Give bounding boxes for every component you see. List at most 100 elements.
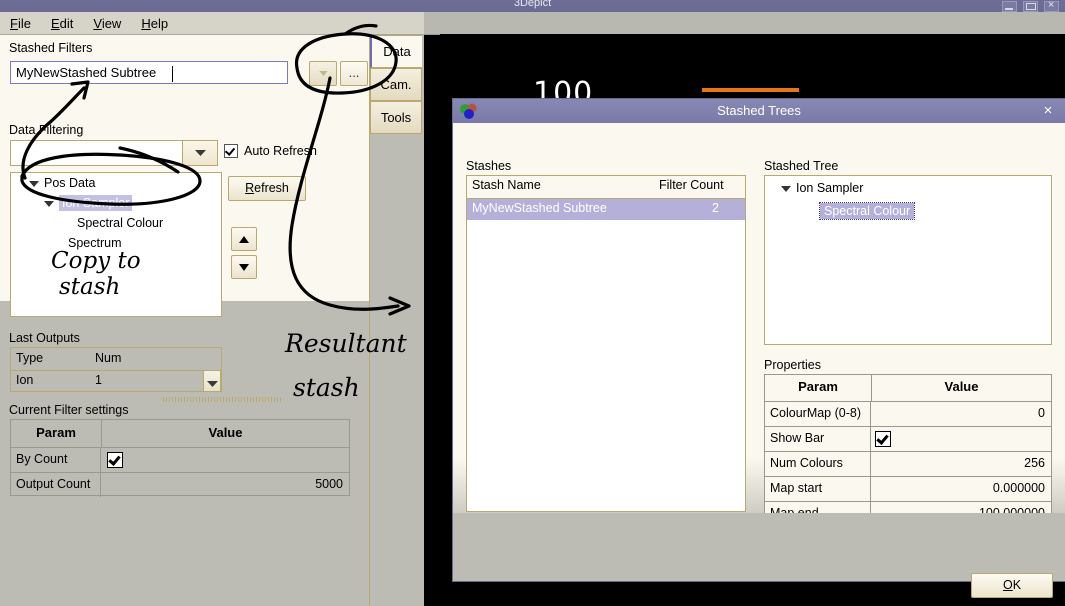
cell-value[interactable]: 256 (871, 452, 1051, 476)
tree-item-label: Ion Sampler (59, 195, 133, 211)
column-header-stash-name: Stash Name (472, 178, 541, 192)
by-count-checkbox[interactable] (107, 452, 123, 468)
column-header-value: Value (944, 379, 979, 394)
table-header: Param Value (765, 375, 1051, 402)
tab-tools[interactable]: Tools (370, 101, 422, 134)
cell-value[interactable] (871, 427, 1051, 451)
tree-item-spectral-colour[interactable]: Spectral Colour (765, 199, 1051, 222)
data-tab-panel: Stashed Filters MyNewStashed Subtree ...… (0, 35, 370, 606)
tree-item-label: Pos Data (44, 176, 96, 190)
column-header-param: Param (765, 375, 872, 401)
tab-data[interactable]: Data (370, 35, 422, 68)
cell-value[interactable]: 0 (871, 402, 1051, 426)
auto-refresh-checkbox[interactable] (224, 144, 238, 158)
last-outputs-label: Last Outputs (9, 331, 80, 345)
maximize-icon[interactable] (1023, 0, 1038, 12)
chevron-down-icon (195, 150, 206, 156)
column-header-filter-count: Filter Count (659, 178, 724, 192)
table-row[interactable]: Ion 1 (11, 370, 221, 392)
table-row[interactable]: Show Bar (765, 427, 1051, 452)
current-filter-settings-label: Current Filter settings (9, 403, 129, 417)
table-row[interactable]: By Count (11, 448, 349, 473)
close-icon[interactable]: × (1041, 103, 1055, 119)
auto-refresh-label: Auto Refresh (244, 144, 317, 158)
menu-file[interactable]: FFileile (10, 16, 31, 31)
auto-refresh-checkbox-row[interactable]: Auto Refresh (224, 144, 317, 158)
stashed-tree-view[interactable]: Ion Sampler Spectral Colour (764, 175, 1052, 345)
menu-view[interactable]: View (93, 16, 121, 31)
tree-item-label: Ion Sampler (796, 181, 864, 195)
annotation-line-2: stash (293, 373, 360, 402)
window-controls (1002, 0, 1059, 12)
annotation-line-1: Resultant (285, 329, 407, 358)
properties-table[interactable]: Param Value ColourMap (0-8) 0 Show Bar N… (764, 374, 1052, 526)
column-header-param: Param (11, 420, 102, 447)
tree-item-label: Spectral Colour (818, 202, 916, 220)
dialog-footer (453, 513, 1065, 581)
data-filtering-label: Data Filtering (9, 123, 84, 137)
table-row[interactable]: Output Count 5000 (11, 473, 349, 497)
table-row[interactable]: Map start 0.000000 (765, 477, 1051, 502)
dialog-titlebar[interactable]: Stashed Trees × (453, 99, 1065, 124)
stashed-tree-label: Stashed Tree (764, 159, 839, 173)
expander-triangle-icon[interactable] (44, 200, 54, 207)
stashed-filters-dropdown-button[interactable] (309, 61, 337, 86)
cell-param: Map start (765, 477, 871, 501)
minimize-icon[interactable] (1002, 0, 1017, 12)
table-row[interactable]: ColourMap (0-8) 0 (765, 402, 1051, 427)
cell-param: Output Count (11, 473, 101, 497)
main-window-titlebar[interactable]: 3Depict (0, 0, 1065, 12)
data-filtering-dropdown-button[interactable] (182, 141, 217, 165)
text-cursor (172, 66, 173, 82)
stashed-filters-input[interactable]: MyNewStashed Subtree (10, 61, 288, 84)
table-header: Param Value (11, 420, 349, 448)
menu-edit[interactable]: Edit (51, 16, 73, 31)
arrow-up-icon (239, 236, 249, 243)
list-item[interactable]: MyNewStashed Subtree 2 (467, 199, 745, 220)
left-control-panel: FFileile Edit View Help Stashed Filters … (0, 12, 424, 606)
table-row[interactable]: Num Colours 256 (765, 452, 1051, 477)
tree-item-ion-sampler[interactable]: Ion Sampler (11, 193, 221, 213)
dialog-content-area: Stashes Stash Name Filter Count MyNewSta… (453, 123, 1065, 546)
stashes-list[interactable]: Stash Name Filter Count MyNewStashed Sub… (466, 175, 746, 512)
cell-type: Ion (16, 373, 34, 387)
cell-value[interactable] (101, 448, 349, 472)
dialog-title: Stashed Trees (717, 103, 801, 118)
menu-bar: FFileile Edit View Help (0, 12, 424, 35)
column-header-type: Type (16, 351, 44, 365)
cell-param: By Count (11, 448, 101, 472)
move-filter-down-button[interactable] (231, 255, 257, 279)
annotation-copy-to-stash: Copy to stash (51, 248, 141, 300)
cell-param: Num Colours (765, 452, 871, 476)
tab-cam[interactable]: Cam. (370, 68, 422, 101)
stashed-filters-label: Stashed Filters (9, 41, 93, 55)
cell-value[interactable]: 5000 (101, 473, 349, 497)
stashes-list-header: Stash Name Filter Count (467, 176, 745, 199)
main-window: 3Depict 100 FFileile Edit View Help Stas… (0, 0, 1065, 606)
expander-triangle-icon[interactable] (29, 180, 39, 187)
filter-tree[interactable]: Pos Data Ion Sampler Spectral Colour Spe… (10, 172, 222, 317)
refresh-button[interactable]: Refresh (228, 176, 306, 201)
ok-button[interactable]: OK (971, 573, 1053, 598)
last-outputs-table[interactable]: Type Num Ion 1 (10, 347, 222, 392)
tree-item-spectral-colour[interactable]: Spectral Colour (11, 213, 221, 233)
cell-filter-count: 2 (712, 201, 719, 215)
column-header-num: Num (95, 351, 122, 365)
menu-help[interactable]: Help (141, 16, 168, 31)
stashed-filters-value: MyNewStashed Subtree (16, 65, 157, 80)
data-filtering-combo[interactable] (10, 140, 218, 166)
tree-item-pos-data[interactable]: Pos Data (11, 173, 221, 193)
scrollbar-down-button[interactable] (203, 370, 221, 392)
close-icon[interactable] (1044, 0, 1059, 12)
move-filter-up-button[interactable] (231, 227, 257, 251)
expander-triangle-icon[interactable] (781, 185, 791, 192)
arrow-down-icon (239, 264, 249, 271)
cell-value[interactable]: 0.000000 (871, 477, 1051, 501)
stashed-filters-browse-button[interactable]: ... (340, 61, 368, 86)
dialog-body: Stashes Stash Name Filter Count MyNewSta… (453, 123, 1065, 598)
splitter-handle[interactable] (163, 397, 283, 402)
tree-item-ion-sampler[interactable]: Ion Sampler (765, 176, 1051, 199)
annotation-resultant-stash: Resultant stash (285, 322, 407, 410)
current-filter-settings-table[interactable]: Param Value By Count Output Count 5000 (10, 419, 350, 497)
show-bar-checkbox[interactable] (875, 431, 891, 447)
